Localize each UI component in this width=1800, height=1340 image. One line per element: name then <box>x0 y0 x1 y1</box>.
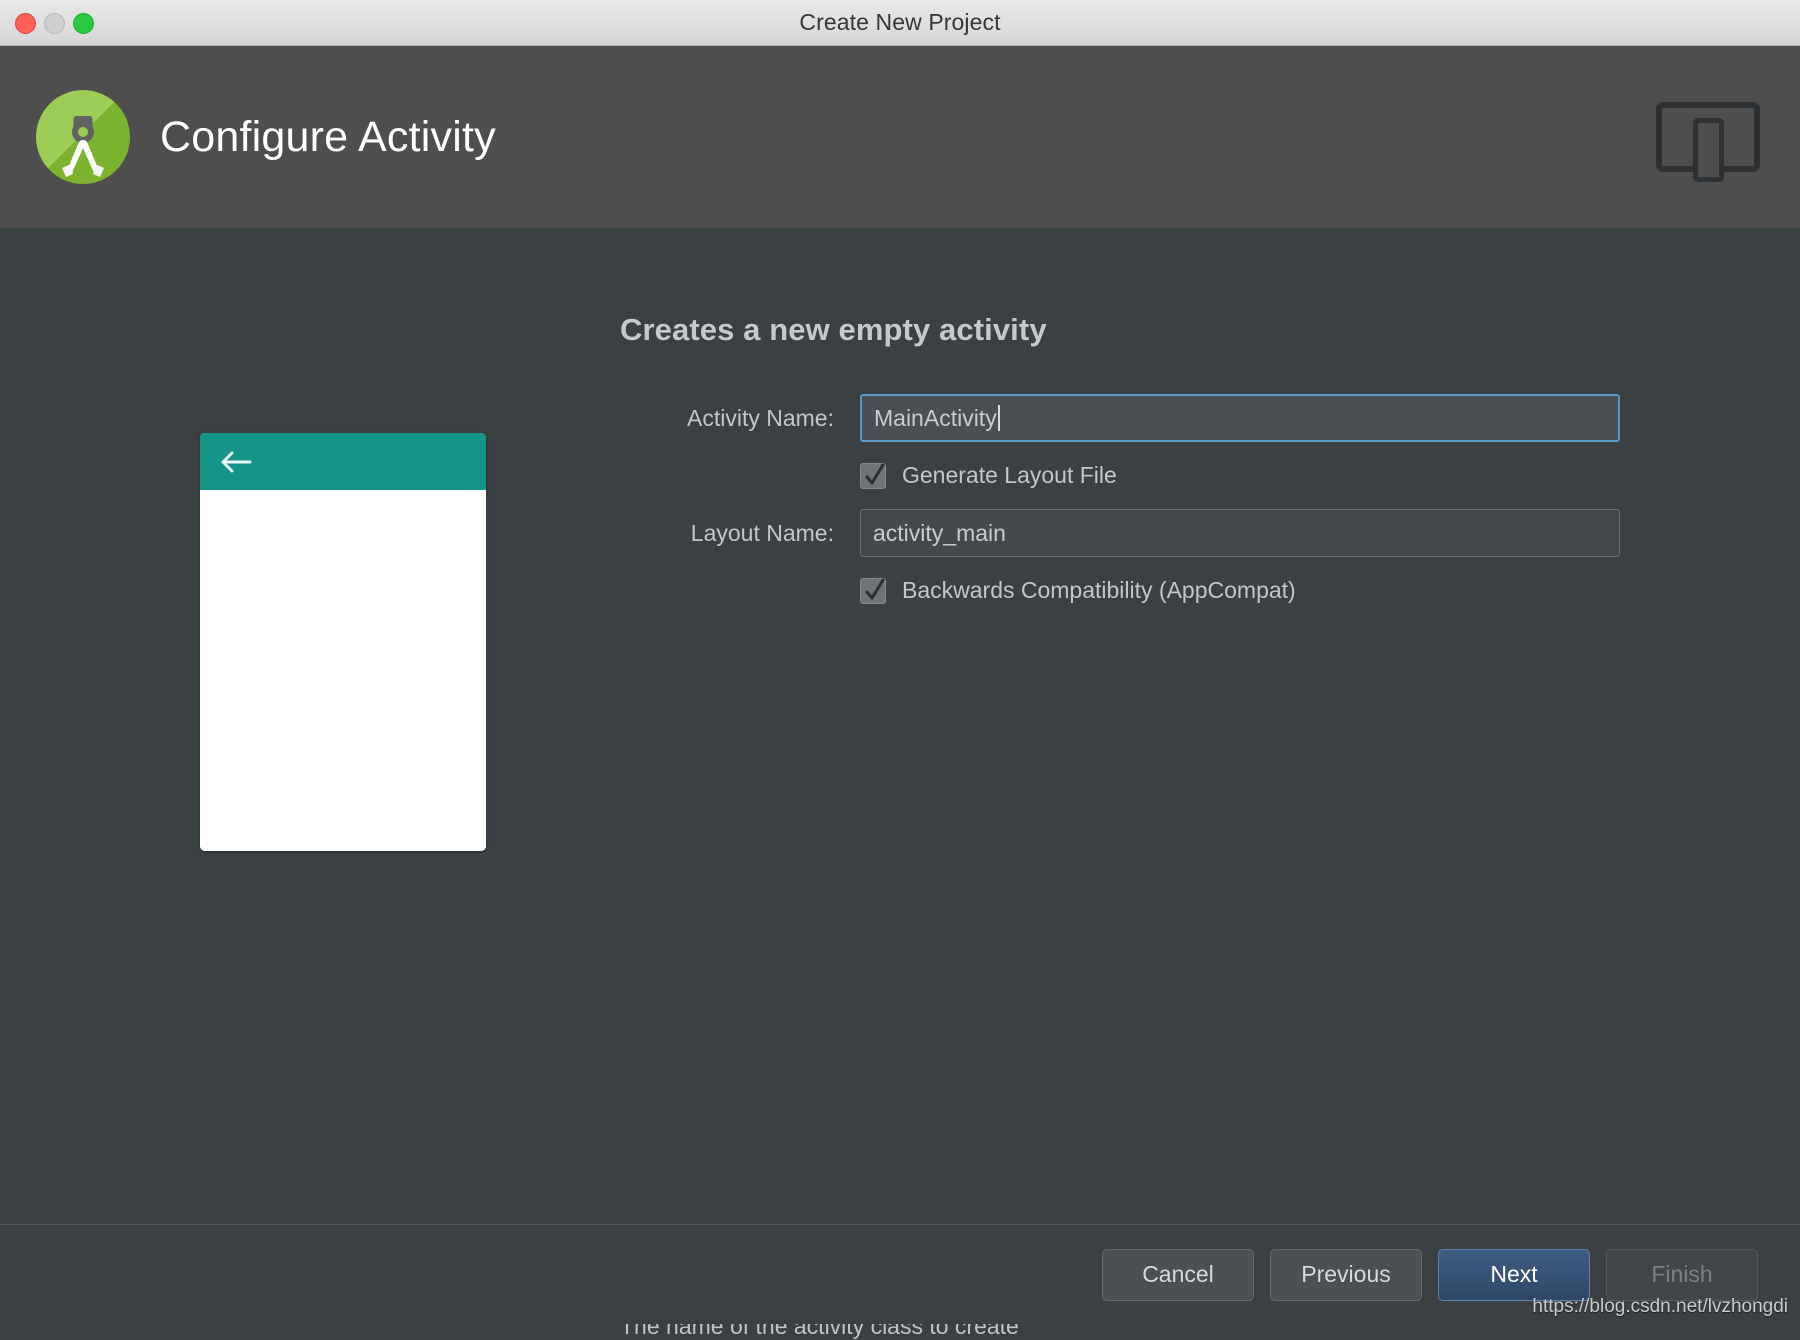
window-title: Create New Project <box>799 9 1001 35</box>
backwards-compat-label: Backwards Compatibility (AppCompat) <box>902 577 1296 603</box>
previous-button[interactable]: Previous <box>1270 1248 1422 1301</box>
generate-layout-checkbox-row[interactable]: Generate Layout File <box>620 462 1620 489</box>
watermark-url: https://blog.csdn.net/lvzhongdi <box>1532 1296 1788 1317</box>
generate-layout-checkbox[interactable] <box>860 462 886 489</box>
layout-name-input[interactable]: activity_main <box>860 509 1620 557</box>
layout-name-value: activity_main <box>873 519 1006 546</box>
dialog-footer: Cancel Previous Next Finish https://blog… <box>0 1224 1800 1324</box>
dialog-header: Configure Activity <box>0 46 1800 228</box>
window-titlebar: Create New Project <box>0 0 1800 46</box>
backwards-compat-checkbox[interactable] <box>860 577 886 604</box>
phone-outline <box>1693 118 1724 182</box>
traffic-light-group <box>15 0 94 46</box>
dialog-body: Creates a new empty activity Activity Na… <box>0 228 1800 1339</box>
page-title: Configure Activity <box>160 112 496 161</box>
generate-layout-label: Generate Layout File <box>902 462 1117 488</box>
next-button[interactable]: Next <box>1438 1248 1590 1301</box>
backwards-compat-checkbox-row[interactable]: Backwards Compatibility (AppCompat) <box>620 577 1620 604</box>
activity-form: Creates a new empty activity Activity Na… <box>620 228 1620 624</box>
android-studio-logo-icon <box>36 90 130 184</box>
preview-appbar <box>200 433 486 490</box>
form-heading: Creates a new empty activity <box>620 312 1047 347</box>
activity-name-input[interactable]: MainActivity <box>860 394 1620 442</box>
cancel-button[interactable]: Cancel <box>1102 1248 1254 1301</box>
maximize-window-button[interactable] <box>73 12 94 34</box>
preview-canvas <box>200 490 486 851</box>
minimize-window-button[interactable] <box>44 12 65 34</box>
activity-name-label: Activity Name: <box>687 404 834 431</box>
activity-preview-card <box>200 433 486 851</box>
finish-button: Finish <box>1606 1248 1758 1301</box>
layout-name-row: Layout Name: activity_main <box>620 509 1620 557</box>
arrow-left-icon <box>220 449 254 475</box>
close-window-button[interactable] <box>15 12 36 34</box>
text-caret <box>997 405 1000 431</box>
create-new-project-dialog: Create New Project Configure Activity Cr… <box>0 0 1800 1339</box>
activity-name-value: MainActivity <box>874 404 997 431</box>
activity-name-row: Activity Name: MainActivity <box>620 394 1620 442</box>
tablet-and-phone-icon <box>1656 102 1760 182</box>
layout-name-label: Layout Name: <box>690 519 834 546</box>
